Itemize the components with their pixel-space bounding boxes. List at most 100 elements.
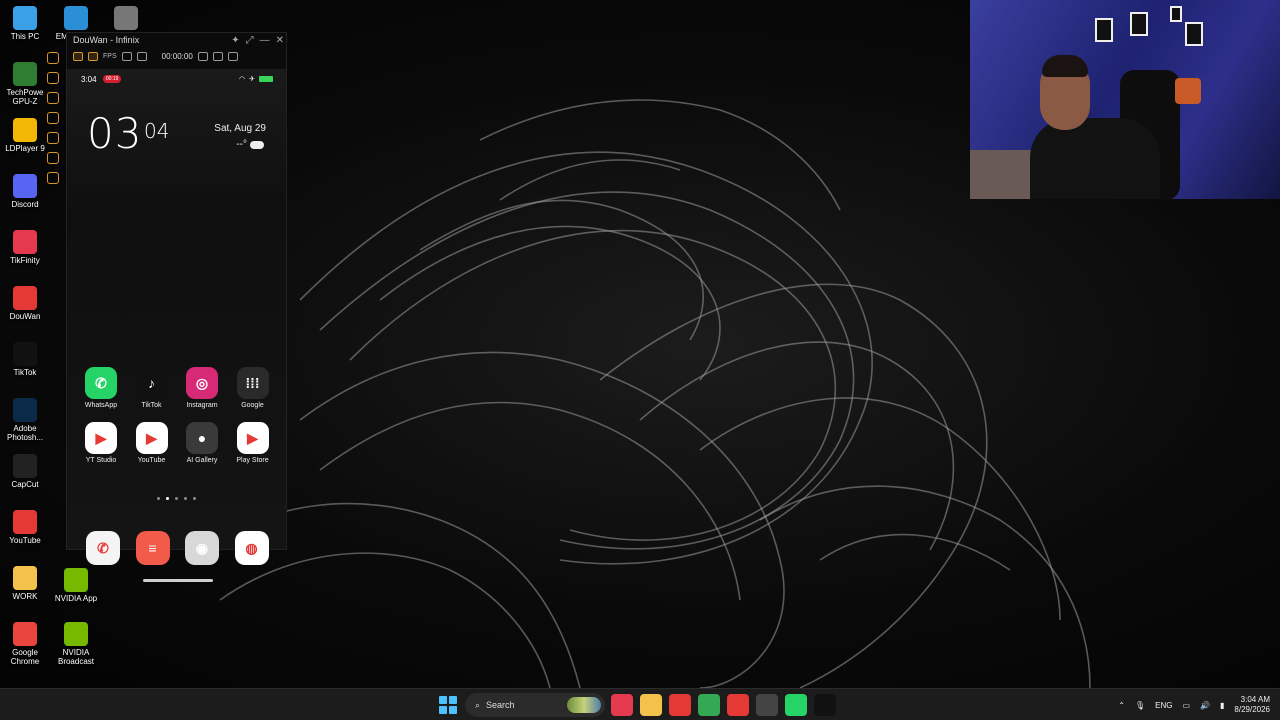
file-explorer-icon[interactable] — [640, 694, 662, 716]
tiktok-icon: ♪ — [135, 367, 168, 399]
desktop-icon[interactable]: NVIDIA Broadcast — [50, 622, 102, 666]
expand-icon[interactable]: ⤢ — [246, 34, 254, 48]
battery-icon[interactable]: ▮ — [1220, 701, 1224, 710]
desktop-icon[interactable]: DouWan — [0, 286, 51, 321]
douwan-icon[interactable] — [727, 694, 749, 716]
tool-keyboard-icon[interactable] — [47, 172, 59, 184]
status-time: 3:04 — [81, 74, 97, 84]
volume-icon[interactable] — [73, 51, 83, 61]
app-ai-gallery[interactable]: ● AI Gallery — [177, 422, 227, 464]
tool-layers-icon[interactable] — [47, 132, 59, 144]
folder-icon — [13, 566, 37, 590]
app-instagram[interactable]: ◎ Instagram — [177, 367, 227, 409]
desktop-icon-label: WORK — [12, 592, 38, 601]
cloud-icon — [250, 140, 264, 149]
pin-icon[interactable]: ✦ — [231, 34, 239, 48]
desktop-icon[interactable]: This PC — [0, 6, 51, 41]
window-title-bar[interactable]: DouWan - Infinix ✦ ⤢ — ✕ — [67, 33, 288, 47]
wall-frame — [1170, 6, 1182, 22]
wall-frame — [1130, 12, 1148, 36]
app-label: YT Studio — [85, 457, 117, 464]
tool-grid-icon[interactable] — [47, 52, 59, 64]
keyboard-icon[interactable] — [212, 51, 223, 61]
desktop-icon[interactable]: Google Chrome — [0, 622, 51, 666]
home-gesture-bar[interactable] — [143, 579, 213, 582]
desktop-icon[interactable]: WORK — [0, 566, 51, 601]
taskbar-center: ⌕ Search — [437, 693, 836, 717]
window-controls: ✦ ⤢ — ✕ — [231, 34, 284, 48]
dock-messages[interactable]: ≡ — [128, 531, 178, 568]
phone-screen[interactable]: 3:04 00:19 ◠ ✈ 03 04 Sat, Aug 29 --° ✆ Wh… — [67, 69, 286, 582]
desktop-icon-label: Discord — [11, 200, 39, 209]
screenshot-icon[interactable] — [121, 51, 132, 61]
language-indicator[interactable]: ENG — [1155, 701, 1172, 710]
settings-icon[interactable] — [227, 51, 238, 61]
taskbar-clock[interactable]: 3:04 AM 8/29/2026 — [1234, 695, 1270, 715]
network-icon[interactable]: ▭ — [1182, 701, 1190, 710]
desktop-icon-label: DouWan — [9, 312, 41, 321]
messages-icon: ≡ — [135, 531, 170, 565]
capcut-icon — [13, 454, 37, 478]
desktop-icon[interactable]: TikTok — [0, 342, 51, 377]
dock-phone[interactable]: ✆ — [78, 531, 128, 568]
wifi-icon: ◠ — [239, 76, 246, 83]
ai-gallery-icon: ● — [186, 422, 218, 454]
play-store-icon: ▶ — [236, 422, 269, 454]
ldplayer-icon — [13, 118, 37, 142]
desktop-icon[interactable]: TikFinity — [0, 230, 51, 265]
app-tiktok[interactable]: ♪ TikTok — [127, 367, 177, 409]
obs-icon[interactable] — [756, 694, 778, 716]
meccha-icon — [114, 6, 138, 30]
douwan-mirror-window[interactable]: DouWan - Infinix ✦ ⤢ — ✕ FPS 00:00:00 3:… — [66, 32, 288, 582]
taskbar-search[interactable]: ⌕ Search — [465, 693, 605, 717]
app-google-folder[interactable]: ⁞⁞⁞ Google — [228, 367, 278, 409]
start-button[interactable] — [437, 694, 459, 716]
emeelink-icon — [64, 6, 88, 30]
desktop-icon[interactable]: YouTube — [0, 510, 51, 545]
fps-label[interactable]: FPS — [103, 53, 117, 60]
fullscreen-icon[interactable] — [88, 51, 98, 61]
page-indicator — [157, 497, 196, 500]
dock-chrome[interactable]: ◍ — [227, 531, 277, 568]
desktop-icon-label: Adobe Photosh... — [6, 424, 44, 442]
app-whatsapp[interactable]: ✆ WhatsApp — [76, 367, 126, 409]
system-tray: ⌃ 🎙 ENG ▭ 🔊 ▮ 3:04 AM 8/29/2026 — [1118, 693, 1270, 717]
yt-studio-icon: ▶ — [85, 422, 117, 454]
rotate-icon[interactable] — [197, 51, 208, 61]
desktop-icon[interactable]: NVIDIA App — [50, 568, 102, 603]
app-play-store[interactable]: ▶ Play Store — [228, 422, 278, 464]
record-icon[interactable] — [136, 51, 147, 61]
weather-widget[interactable]: --° — [236, 139, 264, 150]
app-youtube[interactable]: ▶ YouTube — [127, 422, 177, 464]
tiktok-icon[interactable] — [814, 694, 836, 716]
tool-bell-icon[interactable] — [47, 92, 59, 104]
camera-icon: ◉ — [185, 531, 219, 565]
desktop-icon[interactable]: Adobe Photosh... — [0, 398, 51, 442]
window-title: DouWan - Infinix — [73, 35, 140, 45]
youtube-icon[interactable] — [669, 694, 691, 716]
minimize-button[interactable]: — — [260, 34, 270, 48]
whatsapp-icon[interactable] — [785, 694, 807, 716]
recording-timer: 00:00:00 — [161, 51, 193, 61]
person-hair — [1042, 55, 1088, 77]
chrome-icon[interactable] — [698, 694, 720, 716]
app-label: AI Gallery — [186, 457, 218, 464]
taskbar-time: 3:04 AM — [1240, 695, 1270, 704]
dock-camera[interactable]: ◉ — [177, 531, 227, 568]
speaker-icon[interactable]: 🔊 — [1200, 701, 1210, 710]
tool-back-icon[interactable] — [47, 72, 59, 84]
app-yt-studio[interactable]: ▶ YT Studio — [76, 422, 126, 464]
microphone-icon[interactable]: 🎙 — [1135, 701, 1145, 710]
tikfinity-icon[interactable] — [611, 694, 633, 716]
wall-frame — [1185, 22, 1203, 46]
app-label: Play Store — [236, 457, 269, 464]
chevron-up-icon[interactable]: ⌃ — [1118, 701, 1125, 710]
desktop-icon[interactable]: CapCut — [0, 454, 51, 489]
desktop-icon-label: CapCut — [11, 480, 39, 489]
tool-power-icon[interactable] — [47, 152, 59, 164]
desktop-icon-label: This PC — [10, 32, 40, 41]
close-button[interactable]: ✕ — [276, 34, 284, 48]
tool-mute-icon[interactable] — [47, 112, 59, 124]
desktop-icon-label: Google Chrome — [10, 648, 40, 666]
mirror-side-toolbar — [44, 52, 62, 184]
